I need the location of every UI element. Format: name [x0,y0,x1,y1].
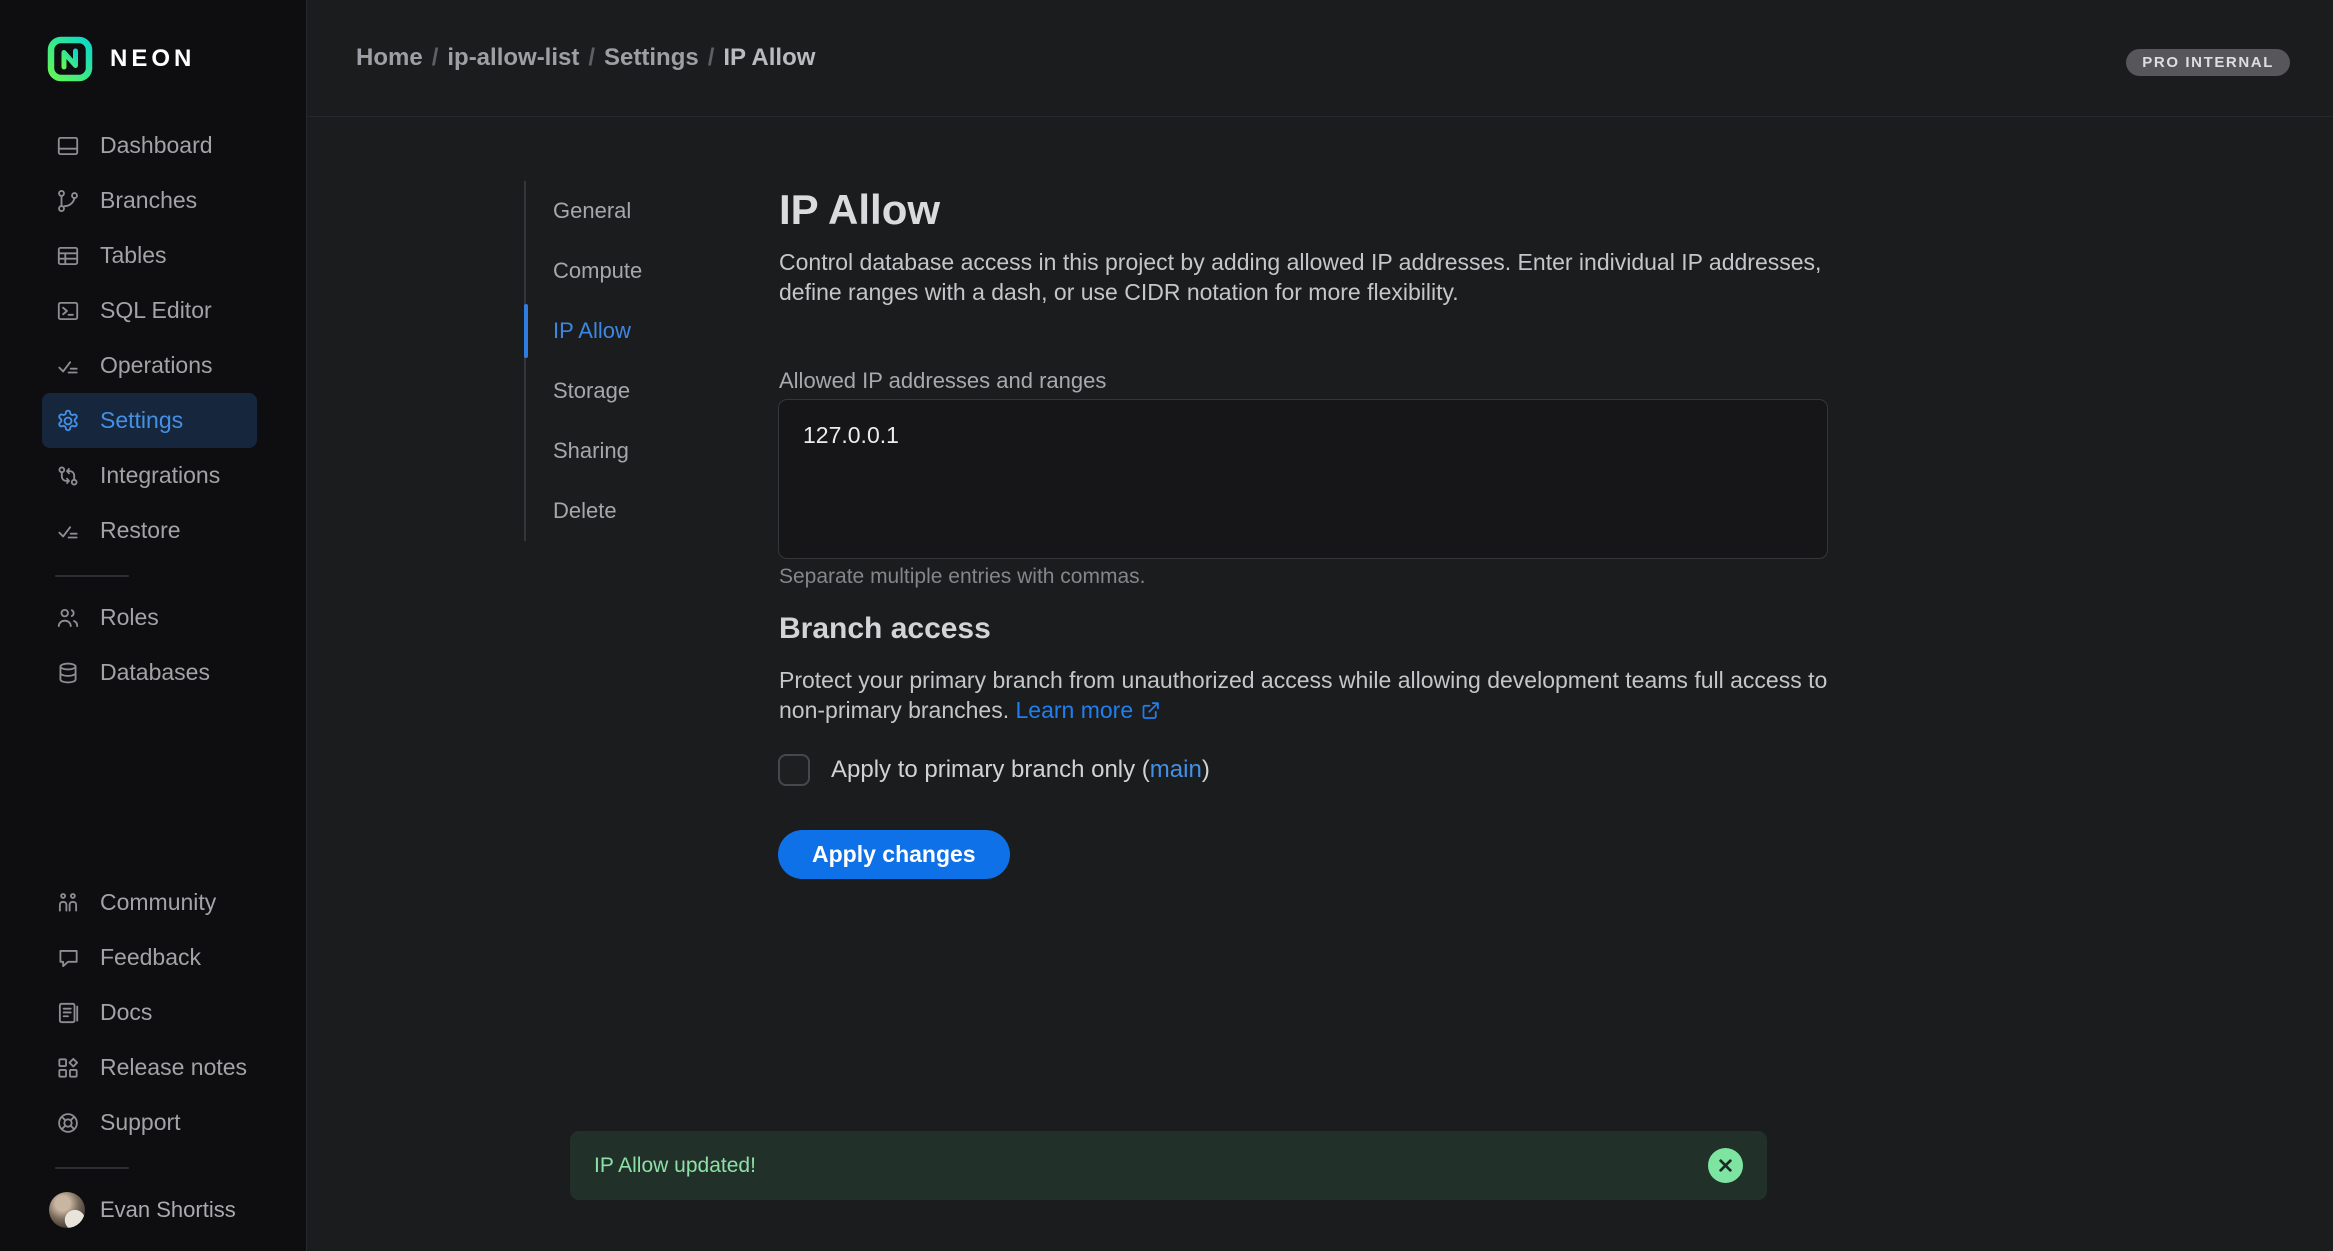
sql-editor-icon [55,298,81,324]
sidebar-item-dashboard[interactable]: Dashboard [42,118,257,173]
sidebar-item-label: Docs [100,999,152,1026]
operations-icon [55,353,81,379]
neon-logo-icon [47,36,93,82]
sidebar-nav: Dashboard Branches Tables SQL Editor Ope… [0,118,306,700]
user-menu[interactable]: Evan Shortiss [49,1182,286,1237]
breadcrumb: Home/ip-allow-list/Settings/IP Allow [356,44,815,72]
integrations-icon [55,463,81,489]
sidebar-item-release-notes[interactable]: Release notes [42,1040,257,1095]
community-icon [55,890,81,916]
page-description: Control database access in this project … [779,247,1829,307]
sidebar-divider [55,575,129,577]
toast-close-button[interactable] [1708,1148,1743,1183]
sidebar-item-sql-editor[interactable]: SQL Editor [42,283,257,338]
sidebar-item-label: Feedback [100,944,201,971]
subnav-item-delete[interactable]: Delete [526,481,716,541]
sidebar-item-label: Dashboard [100,132,213,159]
sidebar-divider [55,1167,129,1169]
sidebar-item-label: SQL Editor [100,297,212,324]
breadcrumb-current: IP Allow [723,44,815,71]
external-link-icon [1140,700,1161,721]
page-title: IP Allow [779,186,940,234]
restore-icon [55,518,81,544]
allowed-ips-label: Allowed IP addresses and ranges [779,368,1106,394]
brand-wordmark: NEON [110,45,195,73]
sidebar-item-integrations[interactable]: Integrations [42,448,257,503]
sidebar-item-label: Restore [100,517,181,544]
sidebar-item-label: Integrations [100,462,220,489]
feedback-icon [55,945,81,971]
sidebar-item-settings[interactable]: Settings [42,393,257,448]
learn-more-link[interactable]: Learn more [1016,697,1162,723]
sidebar-item-label: Community [100,889,216,916]
branches-icon [55,188,81,214]
sidebar: NEON Dashboard Branches Tables SQL Edito… [0,0,307,1251]
apply-changes-button[interactable]: Apply changes [778,830,1010,879]
branch-access-title: Branch access [779,612,991,646]
neon-logo[interactable]: NEON [47,36,195,82]
subnav-item-storage[interactable]: Storage [526,361,716,421]
databases-icon [55,660,81,686]
sidebar-item-operations[interactable]: Operations [42,338,257,393]
support-icon [55,1110,81,1136]
subnav-item-ip-allow[interactable]: IP Allow [526,301,716,361]
sidebar-item-label: Support [100,1109,181,1136]
sidebar-item-tables[interactable]: Tables [42,228,257,283]
toast-message: IP Allow updated! [594,1154,756,1178]
breadcrumb-project[interactable]: ip-allow-list [447,44,579,71]
breadcrumb-home[interactable]: Home [356,44,423,71]
allowed-ips-textarea[interactable]: 127.0.0.1 [778,399,1828,559]
avatar [49,1192,85,1228]
subnav-item-sharing[interactable]: Sharing [526,421,716,481]
roles-icon [55,605,81,631]
primary-branch-checkbox[interactable] [778,754,810,786]
success-toast: IP Allow updated! [570,1131,1767,1200]
docs-icon [55,1000,81,1026]
tables-icon [55,243,81,269]
sidebar-item-docs[interactable]: Docs [42,985,257,1040]
sidebar-item-label: Branches [100,187,197,214]
settings-subnav: General Compute IP Allow Storage Sharing… [524,181,716,541]
checkbox-label-suffix: ) [1202,756,1210,783]
close-icon [1718,1158,1733,1173]
breadcrumb-settings[interactable]: Settings [604,44,699,71]
sidebar-item-label: Tables [100,242,166,269]
breadcrumb-separator: / [423,44,448,71]
sidebar-item-label: Settings [100,407,183,434]
sidebar-item-roles[interactable]: Roles [42,590,257,645]
learn-more-label: Learn more [1016,697,1134,723]
subnav-item-compute[interactable]: Compute [526,241,716,301]
sidebar-footer: Community Feedback Docs Release notes Su… [0,875,306,1237]
plan-badge: PRO INTERNAL [2126,49,2290,76]
user-name: Evan Shortiss [100,1197,236,1223]
sidebar-item-label: Roles [100,604,159,631]
primary-branch-row: Apply to primary branch only (main) [778,754,1210,786]
allowed-ips-helper: Separate multiple entries with commas. [779,565,1146,589]
branch-access-description: Protect your primary branch from unautho… [779,665,1839,725]
dashboard-icon [55,133,81,159]
sidebar-item-community[interactable]: Community [42,875,257,930]
sidebar-item-label: Release notes [100,1054,247,1081]
breadcrumb-separator: / [579,44,604,71]
branch-name-main[interactable]: main [1150,756,1202,783]
release-notes-icon [55,1055,81,1081]
top-header: Home/ip-allow-list/Settings/IP Allow PRO… [308,0,2333,117]
primary-branch-label: Apply to primary branch only (main) [831,756,1210,784]
sidebar-item-feedback[interactable]: Feedback [42,930,257,985]
branch-access-text: Protect your primary branch from unautho… [779,667,1827,723]
sidebar-item-databases[interactable]: Databases [42,645,257,700]
checkbox-label-prefix: Apply to primary branch only ( [831,756,1150,783]
sidebar-item-restore[interactable]: Restore [42,503,257,558]
subnav-item-general[interactable]: General [526,181,716,241]
sidebar-item-support[interactable]: Support [42,1095,257,1150]
sidebar-item-branches[interactable]: Branches [42,173,257,228]
settings-gear-icon [55,408,81,434]
breadcrumb-separator: / [699,44,724,71]
sidebar-item-label: Operations [100,352,213,379]
sidebar-item-label: Databases [100,659,210,686]
